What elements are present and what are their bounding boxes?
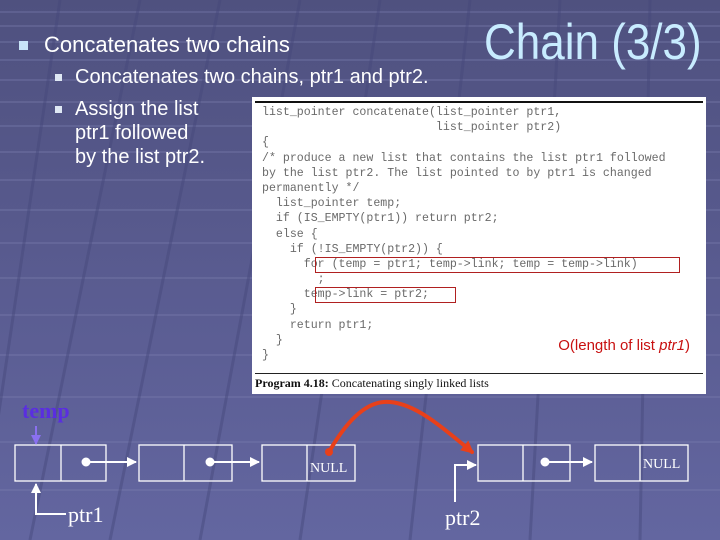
slide-title: Chain (3/3) [484, 14, 702, 70]
temp-label: temp [22, 398, 70, 423]
ptr2-pointer-arrow [454, 460, 477, 502]
bullet-level1-text: Concatenates two chains [44, 32, 290, 57]
code-line: by the list ptr2. The list pointed to by… [262, 166, 652, 180]
code-line: return ptr1; [262, 318, 374, 332]
code-line: if (IS_EMPTY(ptr1)) return ptr2; [262, 212, 499, 226]
caption-text: Concatenating singly linked lists [328, 376, 489, 390]
figure-caption: Program 4.18: Concatenating singly linke… [255, 376, 489, 391]
code-line: list_pointer ptr2) [262, 121, 562, 135]
complexity-annotation: O(length of list ptr1) [558, 337, 690, 354]
code-line: } [262, 303, 297, 317]
linked-list-diagram [14, 399, 689, 515]
complexity-variable: ptr1 [659, 337, 685, 354]
code-line: if (!IS_EMPTY(ptr2)) { [262, 242, 443, 256]
code-line: permanently */ [262, 181, 360, 195]
bullet-marker [55, 74, 62, 81]
bullet-level2-line: ptr1 followed [75, 122, 189, 144]
figure-top-rule [255, 101, 703, 103]
code-line: list_pointer temp; [262, 197, 402, 211]
null-label-list2: NULL [643, 457, 681, 472]
figure-bottom-rule [255, 373, 703, 374]
complexity-suffix: ) [685, 337, 690, 354]
highlight-for-loop [315, 257, 680, 273]
ptr1-label: ptr1 [68, 502, 104, 527]
bullet-level2-text: Concatenates two chains, ptr1 and ptr2. [75, 66, 429, 88]
code-listing: list_pointer concatenate(list_pointer pt… [262, 105, 666, 363]
code-line: list_pointer concatenate(list_pointer pt… [262, 106, 562, 119]
code-line: { [262, 136, 269, 150]
code-figure: list_pointer concatenate(list_pointer pt… [252, 97, 706, 394]
bullet-level2-line: Assign the list [75, 98, 199, 120]
ptr1-pointer-arrow [31, 483, 66, 515]
highlight-link-assignment [315, 287, 456, 303]
ptr2-label: ptr2 [445, 505, 481, 530]
code-line: /* produce a new list that contains the … [262, 151, 666, 165]
complexity-prefix: O(length of list [558, 337, 660, 354]
bullet-level2-line: by the list ptr2. [75, 146, 206, 168]
null-label-list1: NULL [310, 461, 348, 476]
bullet-marker [55, 106, 62, 113]
bullet-marker [19, 41, 28, 50]
caption-label: Program 4.18: [255, 376, 329, 390]
code-line: else { [262, 227, 318, 241]
code-line: ; [262, 273, 325, 287]
